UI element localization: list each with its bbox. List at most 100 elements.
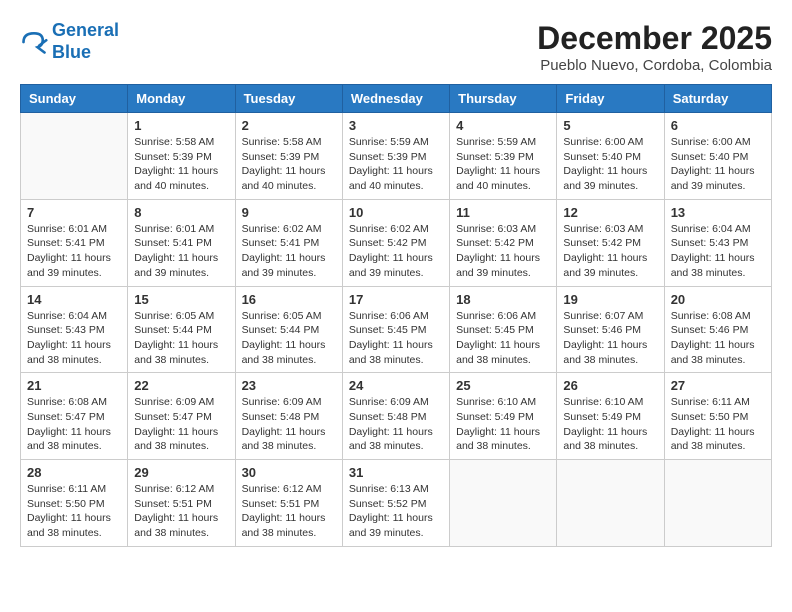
day-info: Sunrise: 6:10 AM Sunset: 5:49 PM Dayligh… bbox=[563, 395, 657, 454]
day-info: Sunrise: 6:07 AM Sunset: 5:46 PM Dayligh… bbox=[563, 309, 657, 368]
day-info: Sunrise: 6:06 AM Sunset: 5:45 PM Dayligh… bbox=[456, 309, 550, 368]
calendar-cell: 6 Sunrise: 6:00 AM Sunset: 5:40 PM Daylig… bbox=[664, 113, 771, 200]
day-info: Sunrise: 6:03 AM Sunset: 5:42 PM Dayligh… bbox=[456, 222, 550, 281]
day-number: 23 bbox=[242, 378, 336, 393]
day-number: 9 bbox=[242, 205, 336, 220]
day-number: 20 bbox=[671, 292, 765, 307]
calendar-cell: 14 Sunrise: 6:04 AM Sunset: 5:43 PM Dayli… bbox=[21, 286, 128, 373]
calendar-cell: 4Sunrise: 5:59 AM Sunset: 5:39 PM Daylig… bbox=[450, 113, 557, 200]
day-number: 19 bbox=[563, 292, 657, 307]
calendar-cell: 9 Sunrise: 6:02 AM Sunset: 5:41 PM Daylig… bbox=[235, 199, 342, 286]
day-info: Sunrise: 6:12 AM Sunset: 5:51 PM Dayligh… bbox=[134, 482, 228, 541]
day-number: 30 bbox=[242, 465, 336, 480]
calendar-cell: 25 Sunrise: 6:10 AM Sunset: 5:49 PM Dayli… bbox=[450, 373, 557, 460]
day-info: Sunrise: 5:58 AM Sunset: 5:39 PM Dayligh… bbox=[242, 135, 336, 194]
day-info: Sunrise: 6:10 AM Sunset: 5:49 PM Dayligh… bbox=[456, 395, 550, 454]
day-info: Sunrise: 6:00 AM Sunset: 5:40 PM Dayligh… bbox=[563, 135, 657, 194]
day-info: Sunrise: 6:08 AM Sunset: 5:46 PM Dayligh… bbox=[671, 309, 765, 368]
day-number: 31 bbox=[349, 465, 443, 480]
day-number: 28 bbox=[27, 465, 121, 480]
logo-text: General Blue bbox=[52, 20, 119, 63]
day-info: Sunrise: 6:09 AM Sunset: 5:48 PM Dayligh… bbox=[349, 395, 443, 454]
calendar-cell: 20 Sunrise: 6:08 AM Sunset: 5:46 PM Dayli… bbox=[664, 286, 771, 373]
calendar-cell: 27Sunrise: 6:11 AM Sunset: 5:50 PM Dayli… bbox=[664, 373, 771, 460]
day-number: 27 bbox=[671, 378, 765, 393]
calendar-cell: 23 Sunrise: 6:09 AM Sunset: 5:48 PM Dayli… bbox=[235, 373, 342, 460]
weekday-header: Monday bbox=[128, 85, 235, 113]
calendar-cell: 24Sunrise: 6:09 AM Sunset: 5:48 PM Dayli… bbox=[342, 373, 449, 460]
calendar-cell: 5 Sunrise: 6:00 AM Sunset: 5:40 PM Daylig… bbox=[557, 113, 664, 200]
calendar-cell: 7 Sunrise: 6:01 AM Sunset: 5:41 PM Daylig… bbox=[21, 199, 128, 286]
weekday-header: Friday bbox=[557, 85, 664, 113]
day-info: Sunrise: 6:09 AM Sunset: 5:47 PM Dayligh… bbox=[134, 395, 228, 454]
logo-line1: General bbox=[52, 20, 119, 40]
day-info: Sunrise: 6:05 AM Sunset: 5:44 PM Dayligh… bbox=[242, 309, 336, 368]
day-number: 18 bbox=[456, 292, 550, 307]
day-number: 7 bbox=[27, 205, 121, 220]
calendar-cell: 8 Sunrise: 6:01 AM Sunset: 5:41 PM Daylig… bbox=[128, 199, 235, 286]
day-number: 22 bbox=[134, 378, 228, 393]
day-number: 25 bbox=[456, 378, 550, 393]
day-number: 29 bbox=[134, 465, 228, 480]
day-number: 2 bbox=[242, 118, 336, 133]
month-title: December 2025 bbox=[537, 20, 772, 57]
logo-icon bbox=[20, 28, 48, 56]
day-info: Sunrise: 5:59 AM Sunset: 5:39 PM Dayligh… bbox=[456, 135, 550, 194]
day-number: 3 bbox=[349, 118, 443, 133]
title-block: December 2025 Pueblo Nuevo, Cordoba, Col… bbox=[537, 20, 772, 74]
day-info: Sunrise: 6:04 AM Sunset: 5:43 PM Dayligh… bbox=[27, 309, 121, 368]
logo: General Blue bbox=[20, 20, 119, 63]
day-info: Sunrise: 6:08 AM Sunset: 5:47 PM Dayligh… bbox=[27, 395, 121, 454]
day-number: 5 bbox=[563, 118, 657, 133]
day-info: Sunrise: 6:09 AM Sunset: 5:48 PM Dayligh… bbox=[242, 395, 336, 454]
day-info: Sunrise: 6:04 AM Sunset: 5:43 PM Dayligh… bbox=[671, 222, 765, 281]
day-info: Sunrise: 6:13 AM Sunset: 5:52 PM Dayligh… bbox=[349, 482, 443, 541]
calendar-cell: 19 Sunrise: 6:07 AM Sunset: 5:46 PM Dayli… bbox=[557, 286, 664, 373]
day-number: 11 bbox=[456, 205, 550, 220]
calendar-cell: 10Sunrise: 6:02 AM Sunset: 5:42 PM Dayli… bbox=[342, 199, 449, 286]
day-number: 6 bbox=[671, 118, 765, 133]
calendar-cell: 1Sunrise: 5:58 AM Sunset: 5:39 PM Daylig… bbox=[128, 113, 235, 200]
logo-line2: Blue bbox=[52, 42, 91, 62]
day-info: Sunrise: 6:06 AM Sunset: 5:45 PM Dayligh… bbox=[349, 309, 443, 368]
day-info: Sunrise: 6:01 AM Sunset: 5:41 PM Dayligh… bbox=[27, 222, 121, 281]
day-info: Sunrise: 6:02 AM Sunset: 5:42 PM Dayligh… bbox=[349, 222, 443, 281]
calendar-cell bbox=[557, 460, 664, 547]
weekday-header: Wednesday bbox=[342, 85, 449, 113]
day-number: 14 bbox=[27, 292, 121, 307]
day-info: Sunrise: 6:05 AM Sunset: 5:44 PM Dayligh… bbox=[134, 309, 228, 368]
day-number: 1 bbox=[134, 118, 228, 133]
day-info: Sunrise: 6:03 AM Sunset: 5:42 PM Dayligh… bbox=[563, 222, 657, 281]
day-number: 16 bbox=[242, 292, 336, 307]
day-number: 13 bbox=[671, 205, 765, 220]
calendar-cell: 21 Sunrise: 6:08 AM Sunset: 5:47 PM Dayli… bbox=[21, 373, 128, 460]
calendar-cell: 18 Sunrise: 6:06 AM Sunset: 5:45 PM Dayli… bbox=[450, 286, 557, 373]
day-info: Sunrise: 5:59 AM Sunset: 5:39 PM Dayligh… bbox=[349, 135, 443, 194]
calendar-cell bbox=[450, 460, 557, 547]
weekday-header: Thursday bbox=[450, 85, 557, 113]
day-info: Sunrise: 6:02 AM Sunset: 5:41 PM Dayligh… bbox=[242, 222, 336, 281]
calendar-cell: 22 Sunrise: 6:09 AM Sunset: 5:47 PM Dayli… bbox=[128, 373, 235, 460]
calendar-cell: 11 Sunrise: 6:03 AM Sunset: 5:42 PM Dayli… bbox=[450, 199, 557, 286]
day-number: 8 bbox=[134, 205, 228, 220]
calendar: SundayMondayTuesdayWednesdayThursdayFrid… bbox=[20, 84, 772, 547]
calendar-cell: 3 Sunrise: 5:59 AM Sunset: 5:39 PM Daylig… bbox=[342, 113, 449, 200]
page-header: General Blue December 2025 Pueblo Nuevo,… bbox=[20, 20, 772, 74]
day-number: 26 bbox=[563, 378, 657, 393]
day-number: 21 bbox=[27, 378, 121, 393]
day-info: Sunrise: 6:00 AM Sunset: 5:40 PM Dayligh… bbox=[671, 135, 765, 194]
calendar-cell: 12 Sunrise: 6:03 AM Sunset: 5:42 PM Dayli… bbox=[557, 199, 664, 286]
calendar-cell bbox=[664, 460, 771, 547]
day-info: Sunrise: 6:12 AM Sunset: 5:51 PM Dayligh… bbox=[242, 482, 336, 541]
calendar-cell: 17Sunrise: 6:06 AM Sunset: 5:45 PM Dayli… bbox=[342, 286, 449, 373]
location: Pueblo Nuevo, Cordoba, Colombia bbox=[537, 57, 772, 74]
weekday-header: Sunday bbox=[21, 85, 128, 113]
calendar-cell: 30 Sunrise: 6:12 AM Sunset: 5:51 PM Dayli… bbox=[235, 460, 342, 547]
weekday-header: Tuesday bbox=[235, 85, 342, 113]
calendar-cell: 28 Sunrise: 6:11 AM Sunset: 5:50 PM Dayli… bbox=[21, 460, 128, 547]
day-number: 12 bbox=[563, 205, 657, 220]
calendar-cell: 2 Sunrise: 5:58 AM Sunset: 5:39 PM Daylig… bbox=[235, 113, 342, 200]
day-info: Sunrise: 6:01 AM Sunset: 5:41 PM Dayligh… bbox=[134, 222, 228, 281]
weekday-header: Saturday bbox=[664, 85, 771, 113]
day-info: Sunrise: 6:11 AM Sunset: 5:50 PM Dayligh… bbox=[27, 482, 121, 541]
